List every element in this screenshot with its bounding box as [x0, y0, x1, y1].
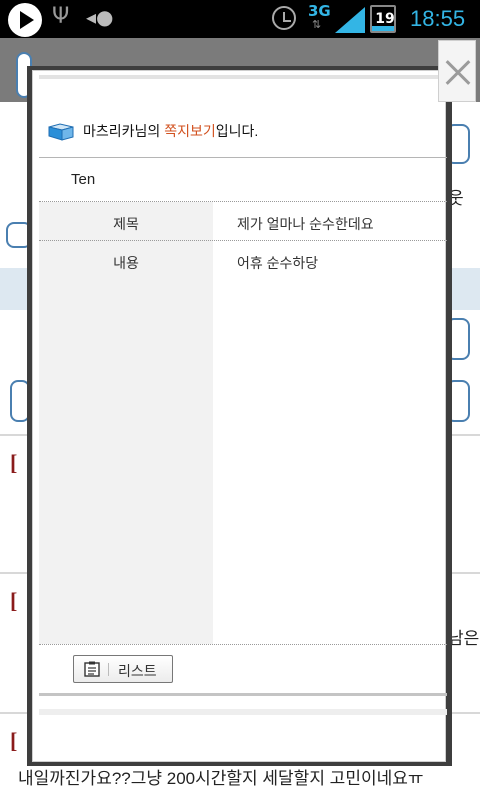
- battery-fill: [372, 26, 394, 31]
- list-button-label: 리스트: [118, 663, 157, 679]
- modal-top-bar: [39, 75, 441, 79]
- sender-name: Ten: [71, 171, 96, 188]
- title-suffix: 입니다.: [215, 123, 259, 139]
- sync-icon: ◂●: [86, 5, 114, 29]
- dialog-title: 마츠리카님의 쪽지보기입니다.: [47, 121, 258, 141]
- message-icon: [48, 123, 74, 141]
- content-label: 내용: [113, 255, 139, 271]
- background-post-preview: 내일까진가요??그냥 200시간할지 세달할지 고민이네요ㅠ: [18, 769, 424, 788]
- signal-icon: [335, 7, 365, 33]
- clock: 18:55: [410, 6, 466, 31]
- subject-value: 제가 얼마나 순수한데요: [237, 216, 374, 232]
- message-view-dialog: 마츠리카님의 쪽지보기입니다. Ten 제목 제가 얼마나 순수한데요 내용 어…: [32, 70, 447, 762]
- subject-label: 제목: [113, 216, 139, 232]
- data-activity-icon: ⇅: [312, 18, 322, 31]
- divider: [39, 693, 447, 696]
- title-mid: 님의: [134, 123, 165, 139]
- background-post-marker: [: [10, 588, 18, 613]
- alarm-icon: [272, 6, 296, 30]
- divider: [39, 157, 447, 158]
- background-post-marker: [: [10, 450, 18, 475]
- play-icon: [8, 3, 42, 37]
- title-accent: 쪽지보기: [164, 123, 216, 139]
- status-bar: Ψ ◂● 3G ⇅ 19 18:55: [0, 0, 480, 38]
- list-button[interactable]: 리스트: [73, 655, 173, 683]
- battery-level: 19: [375, 11, 395, 27]
- clipboard-icon: [84, 661, 100, 677]
- message-table: 제목 제가 얼마나 순수한데요 내용 어휴 순수하당: [39, 201, 447, 645]
- content-value: 어휴 순수하당: [237, 255, 319, 271]
- background-post-marker: [: [10, 728, 18, 753]
- modal-bottom-bar: [39, 709, 447, 715]
- battery-icon: 19: [370, 5, 396, 33]
- row-divider: [39, 240, 447, 241]
- usb-icon: Ψ: [52, 4, 70, 29]
- background-post-fragment: 남은: [448, 629, 480, 648]
- close-button[interactable]: [438, 40, 476, 102]
- user-name: 마츠리카: [83, 123, 135, 139]
